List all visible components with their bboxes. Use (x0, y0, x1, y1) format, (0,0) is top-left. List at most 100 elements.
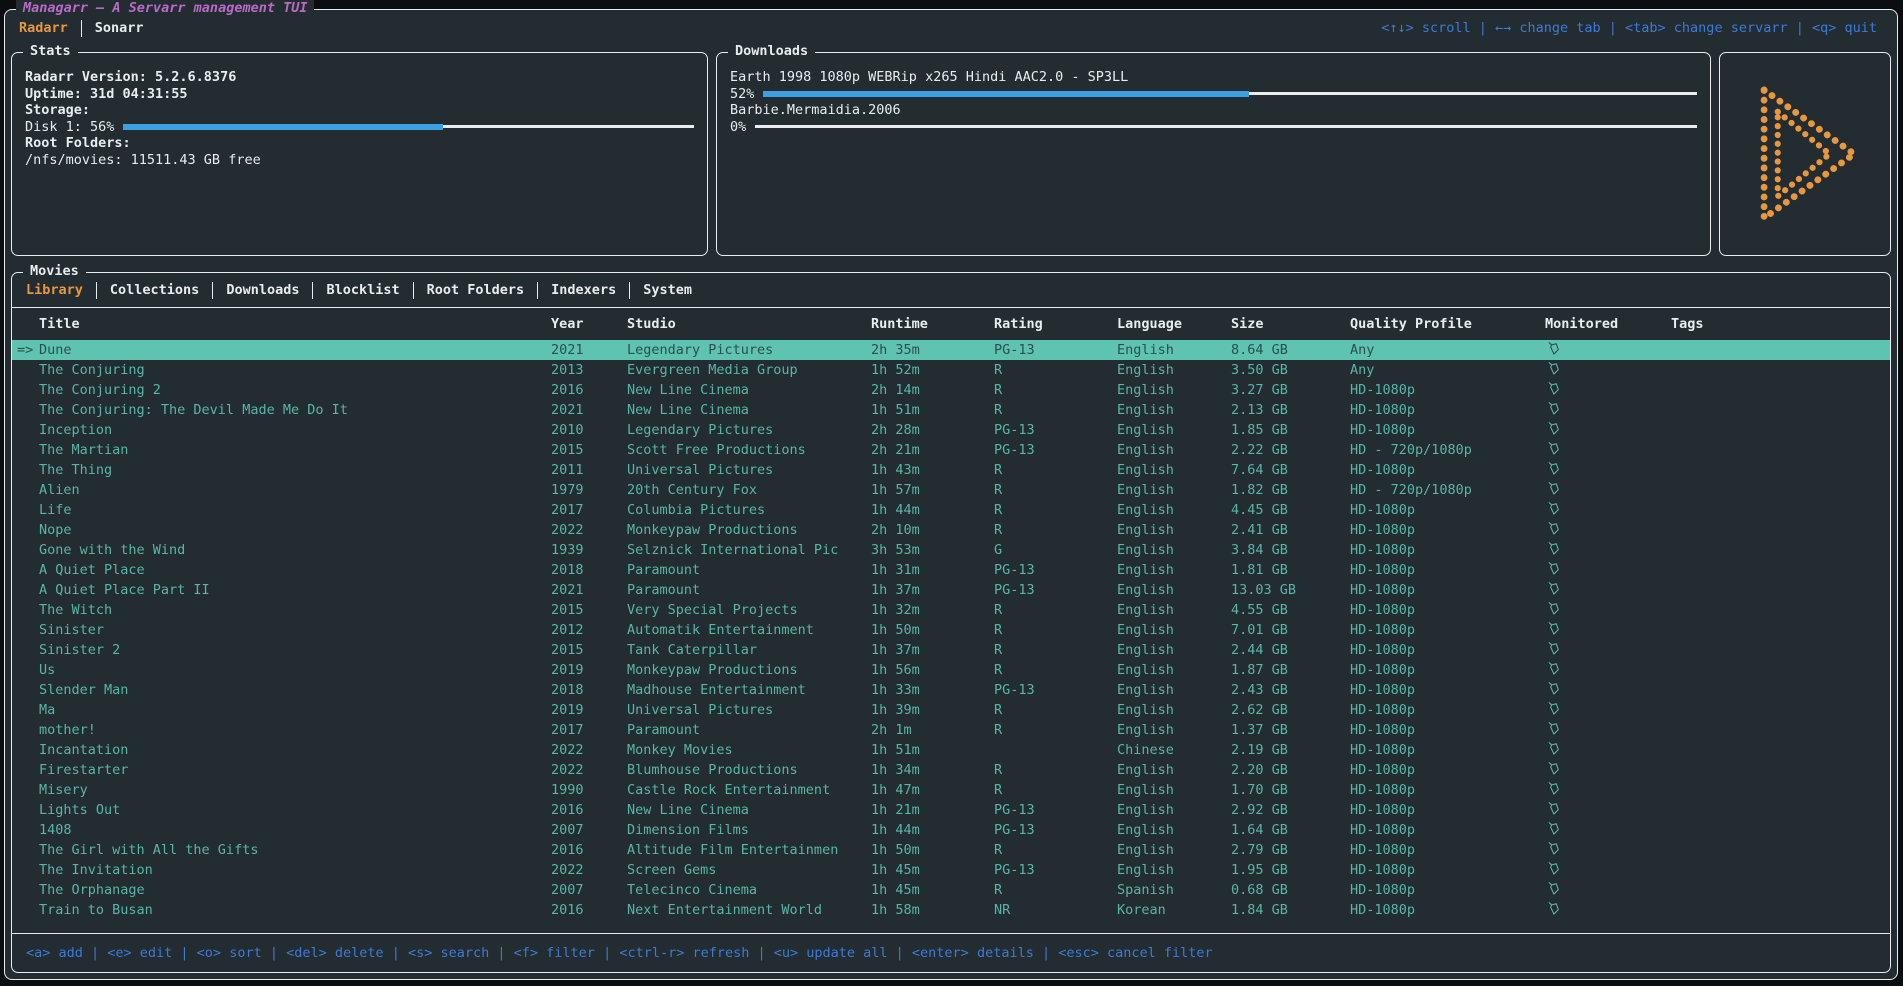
cell-size: 4.55 GB (1231, 600, 1350, 620)
table-row[interactable]: Ma 2019 Universal Pictures 1h 39m R Engl… (12, 700, 1890, 720)
cell-size: 3.84 GB (1231, 540, 1350, 560)
tab-separator (629, 282, 630, 299)
cell-runtime: 1h 57m (871, 480, 994, 500)
cell-studio: Altitude Film Entertainmen (627, 840, 871, 860)
table-row[interactable]: Firestarter 2022 Blumhouse Productions 1… (12, 760, 1890, 780)
cell-title: The Conjuring: The Devil Made Me Do It (39, 400, 551, 420)
cell-title: 1408 (39, 820, 551, 840)
tab-separator (212, 282, 213, 299)
disk-usage-bar (123, 125, 694, 128)
cell-rating: R (994, 700, 1117, 720)
table-row[interactable]: The Thing 2011 Universal Pictures 1h 43m… (12, 460, 1890, 480)
cell-rating: R (994, 460, 1117, 480)
table-row[interactable]: Gone with the Wind 1939 Selznick Interna… (12, 540, 1890, 560)
cell-rating: R (994, 720, 1117, 740)
cell-rating: NR (994, 900, 1117, 920)
cell-year: 2022 (551, 760, 627, 780)
table-row[interactable]: 1408 2007 Dimension Films 1h 44m PG-13 E… (12, 820, 1890, 840)
cell-size: 1.37 GB (1231, 720, 1350, 740)
table-row[interactable]: Inception 2010 Legendary Pictures 2h 28m… (12, 420, 1890, 440)
cell-language: English (1117, 600, 1231, 620)
table-row[interactable]: The Witch 2015 Very Special Projects 1h … (12, 600, 1890, 620)
cell-year: 2015 (551, 440, 627, 460)
table-row[interactable]: Incantation 2022 Monkey Movies 1h 51m Ch… (12, 740, 1890, 760)
tab-downloads[interactable]: Downloads (226, 282, 299, 298)
cell-language: English (1117, 500, 1231, 520)
table-row[interactable]: mother! 2017 Paramount 2h 1m R English 1… (12, 720, 1890, 740)
cell-title: Us (39, 660, 551, 680)
cell-size: 2.41 GB (1231, 520, 1350, 540)
cell-studio: Columbia Pictures (627, 500, 871, 520)
tab-indexers[interactable]: Indexers (551, 282, 616, 298)
cell-language: English (1117, 820, 1231, 840)
cell-year: 2015 (551, 640, 627, 660)
table-row[interactable]: A Quiet Place Part II 2021 Paramount 1h … (12, 580, 1890, 600)
table-row[interactable]: The Orphanage 2007 Telecinco Cinema 1h 4… (12, 880, 1890, 900)
cell-quality-profile: HD-1080p (1350, 460, 1545, 480)
cell-title: The Orphanage (39, 880, 551, 900)
cell-quality-profile: HD-1080p (1350, 740, 1545, 760)
cell-quality-profile: HD-1080p (1350, 540, 1545, 560)
cell-rating: R (994, 480, 1117, 500)
cell-size: 1.84 GB (1231, 900, 1350, 920)
servarr-tabs: Radarr Sonarr (19, 20, 144, 37)
cell-title: A Quiet Place (39, 560, 551, 580)
table-row[interactable]: The Conjuring: The Devil Made Me Do It 2… (12, 400, 1890, 420)
table-row[interactable]: Slender Man 2018 Madhouse Entertainment … (12, 680, 1890, 700)
table-row[interactable]: The Martian 2015 Scott Free Productions … (12, 440, 1890, 460)
cell-title: The Witch (39, 600, 551, 620)
table-row[interactable]: Train to Busan 2016 Next Entertainment W… (12, 900, 1890, 920)
table-row[interactable]: Sinister 2 2015 Tank Caterpillar 1h 37m … (12, 640, 1890, 660)
cell-studio: Blumhouse Productions (627, 760, 871, 780)
column-header-year: Year (551, 316, 627, 332)
table-row[interactable]: A Quiet Place 2018 Paramount 1h 31m PG-1… (12, 560, 1890, 580)
tab-library[interactable]: Library (26, 282, 83, 298)
table-header: TitleYearStudioRuntimeRatingLanguageSize… (12, 308, 1890, 340)
cell-year: 2007 (551, 820, 627, 840)
monitored-icon (1545, 560, 1671, 580)
cell-rating: PG-13 (994, 340, 1117, 360)
servarr-tab-sonarr[interactable]: Sonarr (95, 20, 144, 36)
table-row[interactable]: The Conjuring 2013 Evergreen Media Group… (12, 360, 1890, 380)
cell-title: Alien (39, 480, 551, 500)
download-progress-row: 52% (730, 86, 1697, 103)
cell-size: 7.01 GB (1231, 620, 1350, 640)
monitored-icon (1545, 820, 1671, 840)
cell-language: Spanish (1117, 880, 1231, 900)
cell-runtime: 1h 32m (871, 600, 994, 620)
tab-collections[interactable]: Collections (110, 282, 199, 298)
cell-size: 2.44 GB (1231, 640, 1350, 660)
cell-title: Train to Busan (39, 900, 551, 920)
movie-table: => Dune 2021 Legendary Pictures 2h 35m P… (12, 340, 1890, 933)
cell-year: 2021 (551, 340, 627, 360)
table-row[interactable]: Sinister 2012 Automatik Entertainment 1h… (12, 620, 1890, 640)
cell-rating: PG-13 (994, 680, 1117, 700)
cell-size: 1.87 GB (1231, 660, 1350, 680)
cell-studio: Paramount (627, 560, 871, 580)
stats-panel: Stats Radarr Version: 5.2.6.8376 Uptime:… (11, 52, 708, 256)
cell-studio: Telecinco Cinema (627, 880, 871, 900)
table-row[interactable]: => Dune 2021 Legendary Pictures 2h 35m P… (12, 340, 1890, 360)
table-row[interactable]: Alien 1979 20th Century Fox 1h 57m R Eng… (12, 480, 1890, 500)
cell-size: 1.64 GB (1231, 820, 1350, 840)
cell-year: 2013 (551, 360, 627, 380)
table-row[interactable]: The Girl with All the Gifts 2016 Altitud… (12, 840, 1890, 860)
table-row[interactable]: Lights Out 2016 New Line Cinema 1h 21m P… (12, 800, 1890, 820)
cell-quality-profile: HD-1080p (1350, 760, 1545, 780)
tab-blocklist[interactable]: Blocklist (326, 282, 399, 298)
table-row[interactable]: Misery 1990 Castle Rock Entertainment 1h… (12, 780, 1890, 800)
cell-size: 8.64 GB (1231, 340, 1350, 360)
table-row[interactable]: The Conjuring 2 2016 New Line Cinema 2h … (12, 380, 1890, 400)
table-row[interactable]: Life 2017 Columbia Pictures 1h 44m R Eng… (12, 500, 1890, 520)
table-row[interactable]: Us 2019 Monkeypaw Productions 1h 56m R E… (12, 660, 1890, 680)
tab-root-folders[interactable]: Root Folders (427, 282, 525, 298)
table-row[interactable]: Nope 2022 Monkeypaw Productions 2h 10m R… (12, 520, 1890, 540)
table-row[interactable]: The Invitation 2022 Screen Gems 1h 45m P… (12, 860, 1890, 880)
servarr-tab-radarr[interactable]: Radarr (19, 20, 68, 36)
cell-language: English (1117, 700, 1231, 720)
cell-studio: Monkeypaw Productions (627, 660, 871, 680)
tab-system[interactable]: System (643, 282, 692, 298)
cell-runtime: 1h 52m (871, 360, 994, 380)
cell-language: English (1117, 640, 1231, 660)
cell-studio: Very Special Projects (627, 600, 871, 620)
